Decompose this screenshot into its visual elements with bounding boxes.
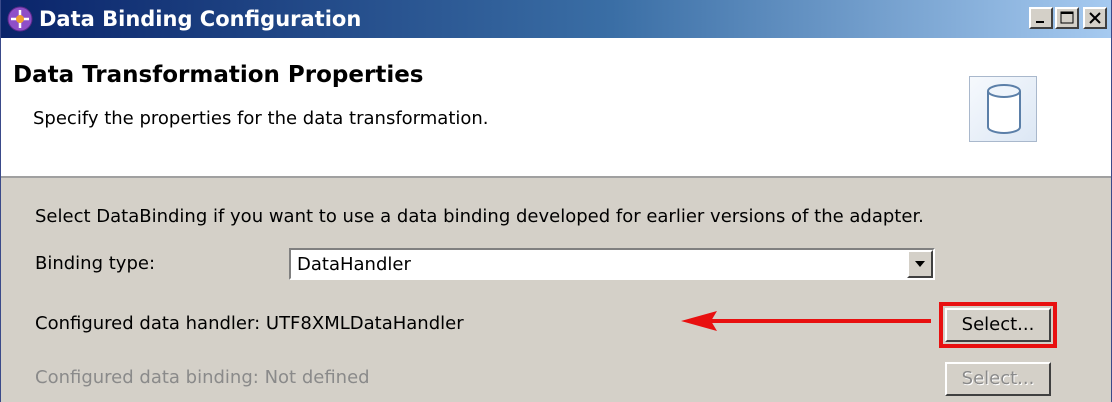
dropdown-button[interactable] (907, 250, 933, 278)
close-icon (1089, 12, 1101, 24)
data-binding-value: Not defined (264, 367, 370, 388)
maximize-button[interactable] (1055, 7, 1079, 29)
page-title: Data Transformation Properties (13, 62, 424, 88)
window-title: Data Binding Configuration (39, 7, 362, 31)
red-arrow-annotation (681, 311, 931, 331)
page-description: Specify the properties for the data tran… (33, 108, 489, 129)
minimize-button[interactable] (1029, 7, 1053, 29)
maximize-icon (1060, 11, 1074, 24)
data-binding-label: Configured data binding: (35, 367, 259, 388)
dialog-window: Data Binding Configuration Data Transfor… (0, 0, 1112, 402)
binding-type-label: Binding type: (35, 253, 156, 274)
header-banner: Data Transformation Properties Specify t… (1, 38, 1111, 178)
close-button[interactable] (1083, 7, 1107, 29)
data-handler-label: Configured data handler: (35, 313, 261, 334)
data-handler-value: UTF8XMLDataHandler (265, 313, 464, 334)
select-data-binding-button: Select... (945, 362, 1051, 396)
data-handler-row: Configured data handler: UTF8XMLDataHand… (35, 313, 464, 334)
banner-graphic (969, 76, 1037, 142)
app-icon (7, 6, 33, 32)
minimize-icon (1036, 21, 1044, 23)
data-binding-row: Configured data binding: Not defined (35, 367, 370, 388)
select-data-handler-button[interactable]: Select... (945, 308, 1051, 342)
title-bar[interactable]: Data Binding Configuration (1, 0, 1111, 38)
intro-text: Select DataBinding if you want to use a … (35, 206, 924, 227)
binding-type-value: DataHandler (297, 254, 411, 275)
database-cylinder-icon (987, 84, 1021, 134)
binding-type-select[interactable]: DataHandler (289, 248, 935, 280)
chevron-down-icon (915, 261, 925, 267)
